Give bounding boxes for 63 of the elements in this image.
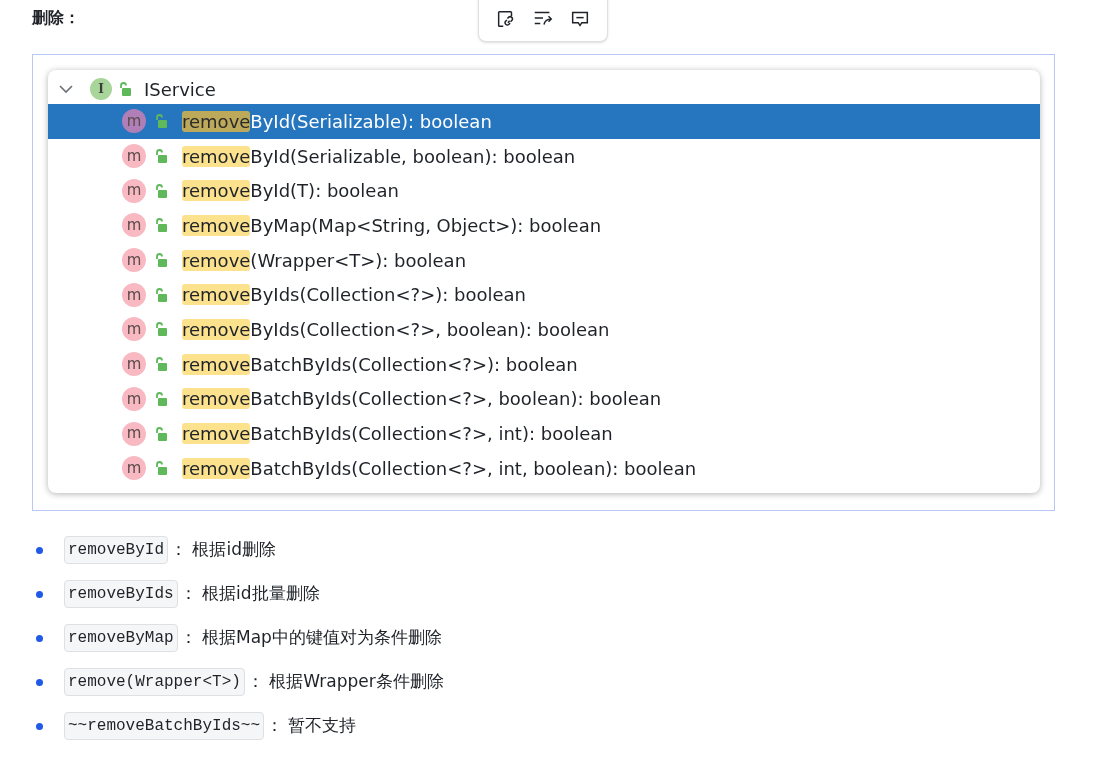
method-signature: removeById(Serializable): boolean	[182, 109, 492, 134]
method-signature: removeById(Serializable, boolean): boolean	[182, 144, 576, 169]
method-icon: m	[122, 421, 146, 446]
list-text: ： 根据Wrapper条件删除	[246, 670, 444, 694]
completion-item[interactable]: m removeById(T): boolean	[48, 173, 1040, 209]
method-signature: removeBatchByIds(Collection<?>): boolean	[182, 352, 578, 377]
unlocked-icon	[154, 460, 168, 477]
unlocked-icon	[154, 113, 168, 130]
method-icon: m	[122, 144, 146, 169]
unlocked-icon	[154, 425, 168, 442]
method-icon: m	[122, 178, 146, 203]
method-icon: m	[122, 352, 146, 377]
inline-code: remove(Wrapper<T>)	[64, 668, 245, 696]
inline-code: removeByMap	[64, 624, 178, 652]
section-heading: 删除：	[32, 7, 80, 29]
completion-item[interactable]: m removeBatchByIds(Collection<?>, int, boolean): boolean	[48, 450, 1040, 486]
completion-item[interactable]: m removeBatchByIds(Collection<?>, int): boolean	[48, 416, 1040, 451]
method-signature: removeById(T): boolean	[182, 179, 399, 204]
method-signature: removeBatchByIds(Collection<?>, int): boolean	[182, 422, 613, 447]
method-signature: removeByMap(Map<String, Object>): boolean	[182, 213, 602, 238]
interface-name: IService	[144, 77, 216, 102]
completion-item[interactable]: m removeBatchByIds(Collection<?>): boolean	[48, 346, 1040, 382]
completion-item[interactable]: m removeByIds(Collection<?>, boolean): boolean	[48, 312, 1040, 347]
completion-item[interactable]: m remove(Wrapper<T>): boolean	[48, 242, 1040, 278]
unlocked-icon	[154, 182, 168, 199]
method-icon: m	[122, 282, 146, 307]
bullet-icon	[36, 634, 43, 642]
unlocked-icon	[154, 148, 168, 165]
unlocked-icon	[154, 286, 168, 303]
method-signature: remove(Wrapper<T>): boolean	[182, 248, 467, 273]
bullet-icon	[36, 546, 43, 554]
list-text: ： 根据id删除	[170, 538, 276, 562]
completion-item[interactable]: m removeBatchByIds(Collection<?>, boolean): boolean	[48, 381, 1040, 417]
completion-item[interactable]: m removeByMap(Map<String, Object>): boolean	[48, 208, 1040, 243]
method-icon: m	[122, 456, 146, 481]
inline-code: removeById	[64, 536, 168, 564]
inline-code: removeByIds	[64, 580, 178, 608]
unlocked-icon	[154, 390, 168, 407]
bullet-icon	[36, 722, 43, 730]
method-icon: m	[122, 213, 146, 238]
unlocked-icon	[118, 81, 132, 97]
completion-item[interactable]: m removeById(Serializable, boolean): boolean	[48, 138, 1040, 174]
unlocked-icon	[154, 252, 168, 269]
method-icon: m	[122, 248, 146, 273]
method-signature: removeBatchByIds(Collection<?>, boolean): boolean	[182, 387, 662, 412]
method-icon: m	[122, 109, 146, 134]
unlocked-icon	[154, 217, 168, 234]
list-text: ： 暂不支持	[266, 714, 357, 738]
method-icon: m	[122, 386, 146, 411]
completion-item[interactable]: m removeByIds(Collection<?>): boolean	[48, 277, 1040, 313]
method-signature: removeByIds(Collection<?>): boolean	[182, 283, 527, 308]
list-text: ： 根据id批量删除	[179, 582, 320, 606]
method-icon: m	[122, 317, 146, 342]
method-signature: removeBatchByIds(Collection<?>, int, boolean): boolean	[182, 456, 697, 481]
bullet-icon	[36, 678, 43, 686]
interface-icon: I	[90, 78, 112, 100]
inline-code: ~~removeBatchByIds~~	[64, 712, 265, 740]
bullet-icon	[36, 590, 43, 598]
unlocked-icon	[154, 321, 168, 338]
completion-item[interactable]: m removeById(Serializable): boolean	[48, 104, 1040, 139]
unlocked-icon	[154, 356, 168, 373]
list-text: ： 根据Map中的键值对为条件删除	[179, 626, 442, 650]
method-signature: removeByIds(Collection<?>, boolean): boolean	[182, 317, 610, 342]
